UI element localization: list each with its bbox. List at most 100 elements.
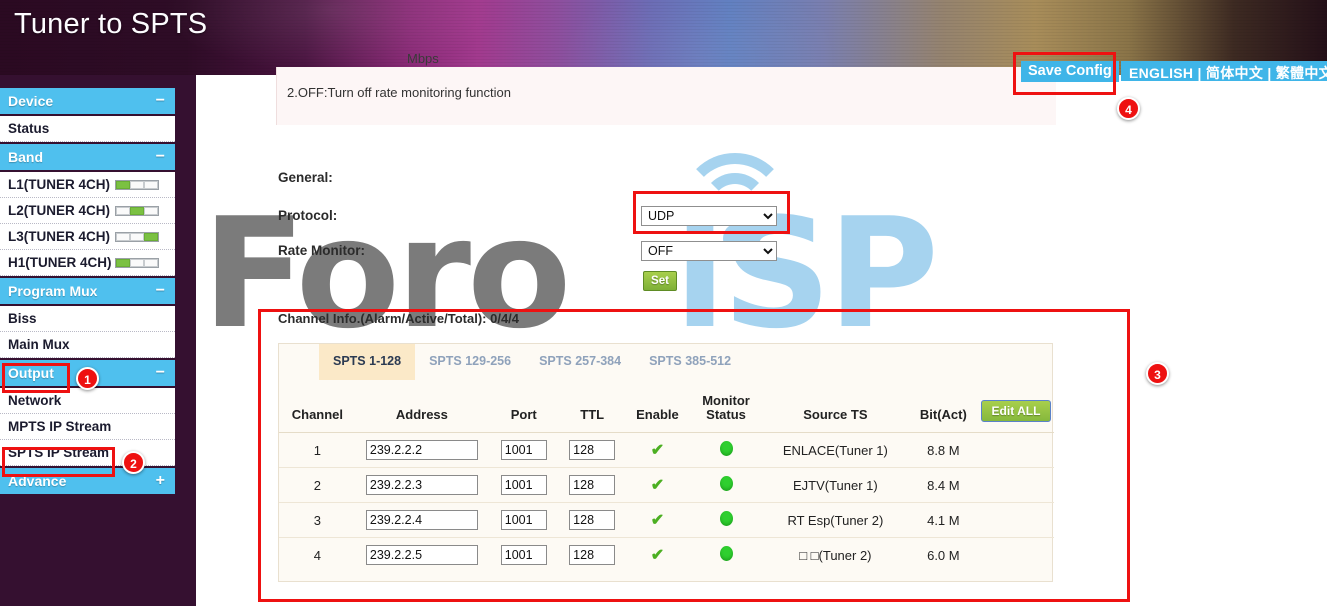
cell-source-ts: ENLACE(Tuner 1) bbox=[762, 432, 909, 468]
col-monitor-status: Monitor Status bbox=[690, 390, 762, 433]
enable-check-icon[interactable]: ✔ bbox=[651, 512, 664, 529]
tab-spts-257-384[interactable]: SPTS 257-384 bbox=[525, 344, 635, 380]
table-row: 3 ✔ RT Esp(Tuner 2) 4.1 M bbox=[279, 502, 1054, 538]
annotation-badge-2: 2 bbox=[122, 451, 145, 474]
sidebar-item-label: L1(TUNER 4CH) bbox=[8, 176, 111, 192]
address-input[interactable] bbox=[365, 475, 478, 495]
tab-spts-385-512[interactable]: SPTS 385-512 bbox=[635, 344, 745, 380]
annotation-badge-1: 1 bbox=[76, 367, 99, 390]
col-enable: Enable bbox=[624, 390, 691, 433]
cell-bit-act: 4.1 M bbox=[908, 502, 978, 538]
tab-spts-129-256[interactable]: SPTS 129-256 bbox=[415, 344, 525, 380]
note-line-2: 2.OFF:Turn off rate monitoring function bbox=[287, 85, 511, 100]
enable-check-icon[interactable]: ✔ bbox=[651, 442, 664, 459]
ttl-input[interactable] bbox=[569, 440, 616, 460]
language-selector[interactable]: ENGLISH | 简体中文 | 繁體中文 bbox=[1121, 61, 1327, 81]
minus-icon[interactable]: − bbox=[156, 278, 165, 304]
port-input[interactable] bbox=[500, 475, 547, 495]
sidebar-item-status[interactable]: Status bbox=[0, 116, 175, 142]
table-row: 2 ✔ EJTV(Tuner 1) 8.4 M bbox=[279, 467, 1054, 503]
port-input[interactable] bbox=[500, 440, 547, 460]
spts-table-card: SPTS 1-128 SPTS 129-256 SPTS 257-384 SPT… bbox=[278, 343, 1054, 582]
band-status-grid-icon bbox=[115, 179, 159, 190]
sidebar-group-label: Device bbox=[8, 93, 54, 109]
cell-channel: 1 bbox=[279, 432, 356, 468]
annotation-badge-3: 3 bbox=[1146, 362, 1169, 385]
cell-bit-act: 8.4 M bbox=[908, 467, 978, 503]
sidebar-group-label: Band bbox=[8, 149, 43, 165]
sidebar-item-main-mux[interactable]: Main Mux bbox=[0, 332, 175, 358]
rate-monitor-label: Rate Monitor: bbox=[278, 243, 365, 258]
sidebar-group-program-mux[interactable]: Program Mux − bbox=[0, 278, 175, 304]
sidebar-group-advance[interactable]: Advance + bbox=[0, 468, 175, 494]
content-area: Mbps 2.OFF:Turn off rate monitoring func… bbox=[196, 51, 1327, 606]
note-box: Mbps 2.OFF:Turn off rate monitoring func… bbox=[276, 51, 1056, 125]
tab-spts-1-128[interactable]: SPTS 1-128 bbox=[319, 344, 416, 380]
port-input[interactable] bbox=[500, 545, 547, 566]
col-channel: Channel bbox=[279, 390, 356, 433]
spts-stream-table: Channel Address Port TTL Enable Monitor S… bbox=[279, 390, 1054, 573]
ttl-input[interactable] bbox=[569, 510, 616, 530]
edit-all-button[interactable]: Edit ALL bbox=[980, 400, 1052, 422]
enable-check-icon[interactable]: ✔ bbox=[651, 547, 664, 564]
address-input[interactable] bbox=[365, 545, 478, 566]
sidebar-group-label: Output bbox=[8, 365, 54, 381]
col-address: Address bbox=[355, 390, 489, 433]
cell-source-ts: □ □(Tuner 2) bbox=[799, 547, 872, 563]
set-button[interactable]: Set bbox=[643, 271, 677, 291]
ttl-input[interactable] bbox=[569, 475, 616, 495]
enable-check-icon[interactable]: ✔ bbox=[651, 477, 664, 494]
address-input[interactable] bbox=[365, 510, 478, 530]
cell-channel: 4 bbox=[313, 547, 321, 563]
col-bit-act: Bit(Act) bbox=[908, 390, 978, 433]
monitor-status-led bbox=[719, 441, 733, 456]
sidebar-item-l1-tuner[interactable]: L1(TUNER 4CH) bbox=[0, 172, 175, 198]
cell-bit-act: 6.0 M bbox=[927, 547, 960, 563]
sidebar-item-l3-tuner[interactable]: L3(TUNER 4CH) bbox=[0, 224, 175, 250]
band-status-grid-icon bbox=[115, 205, 159, 216]
cell-bit-act: 8.8 M bbox=[908, 432, 978, 468]
sidebar-item-l2-tuner[interactable]: L2(TUNER 4CH) bbox=[0, 198, 175, 224]
sidebar-item-spts-ip-stream[interactable]: SPTS IP Stream bbox=[0, 440, 175, 466]
main-content-panel: Foro iSP Mbps 2.OFF:Turn off rate monito… bbox=[196, 51, 1327, 606]
col-ttl: TTL bbox=[559, 390, 625, 433]
rate-monitor-select[interactable]: OFF bbox=[641, 241, 777, 261]
channel-info-text: Channel Info.(Alarm/Active/Total): 0/4/4 bbox=[278, 311, 520, 326]
sidebar-item-network[interactable]: Network bbox=[0, 388, 175, 414]
sidebar-group-device[interactable]: Device − bbox=[0, 88, 175, 114]
sidebar-item-biss[interactable]: Biss bbox=[0, 306, 175, 332]
plus-icon[interactable]: + bbox=[156, 468, 165, 494]
sidebar-item-label: L2(TUNER 4CH) bbox=[8, 202, 111, 218]
protocol-label: Protocol: bbox=[278, 208, 338, 223]
band-status-grid-icon bbox=[115, 231, 159, 242]
minus-icon[interactable]: − bbox=[156, 88, 165, 114]
sidebar-item-h1-tuner[interactable]: H1(TUNER 4CH) bbox=[0, 250, 175, 276]
address-input[interactable] bbox=[365, 440, 478, 460]
col-source-ts: Source TS bbox=[762, 390, 909, 433]
table-row: 4 ✔ □ □(Tuner 2) 6.0 M bbox=[279, 538, 1054, 573]
protocol-select[interactable]: UDP bbox=[641, 206, 777, 226]
port-input[interactable] bbox=[500, 510, 547, 530]
monitor-status-led bbox=[719, 511, 733, 526]
table-header-row: Channel Address Port TTL Enable Monitor S… bbox=[279, 390, 1054, 433]
minus-icon[interactable]: − bbox=[156, 144, 165, 170]
general-section-label: General: bbox=[278, 170, 333, 185]
spts-range-tabs: SPTS 1-128 SPTS 129-256 SPTS 257-384 SPT… bbox=[319, 344, 745, 380]
note-line-1: Mbps bbox=[407, 51, 439, 66]
sidebar-item-mpts-ip-stream[interactable]: MPTS IP Stream bbox=[0, 414, 175, 440]
sidebar: Device − Status Band − L1(TUNER 4CH) L2(… bbox=[0, 88, 175, 496]
monitor-status-led bbox=[719, 476, 733, 491]
ttl-input[interactable] bbox=[569, 545, 616, 566]
annotation-badge-4: 4 bbox=[1117, 97, 1140, 120]
table-row: 1 ✔ ENLACE(Tuner 1) 8.8 M bbox=[279, 432, 1054, 468]
minus-icon[interactable]: − bbox=[156, 360, 165, 386]
sidebar-item-label: L3(TUNER 4CH) bbox=[8, 228, 111, 244]
band-status-grid-icon bbox=[115, 257, 159, 268]
sidebar-group-band[interactable]: Band − bbox=[0, 144, 175, 170]
cell-source-ts: EJTV(Tuner 1) bbox=[762, 467, 909, 503]
cell-source-ts: RT Esp(Tuner 2) bbox=[762, 502, 909, 538]
sidebar-item-label: H1(TUNER 4CH) bbox=[8, 254, 112, 270]
col-port: Port bbox=[488, 390, 560, 433]
save-config-button[interactable]: Save Config bbox=[1021, 61, 1119, 82]
cell-channel: 2 bbox=[279, 467, 356, 503]
